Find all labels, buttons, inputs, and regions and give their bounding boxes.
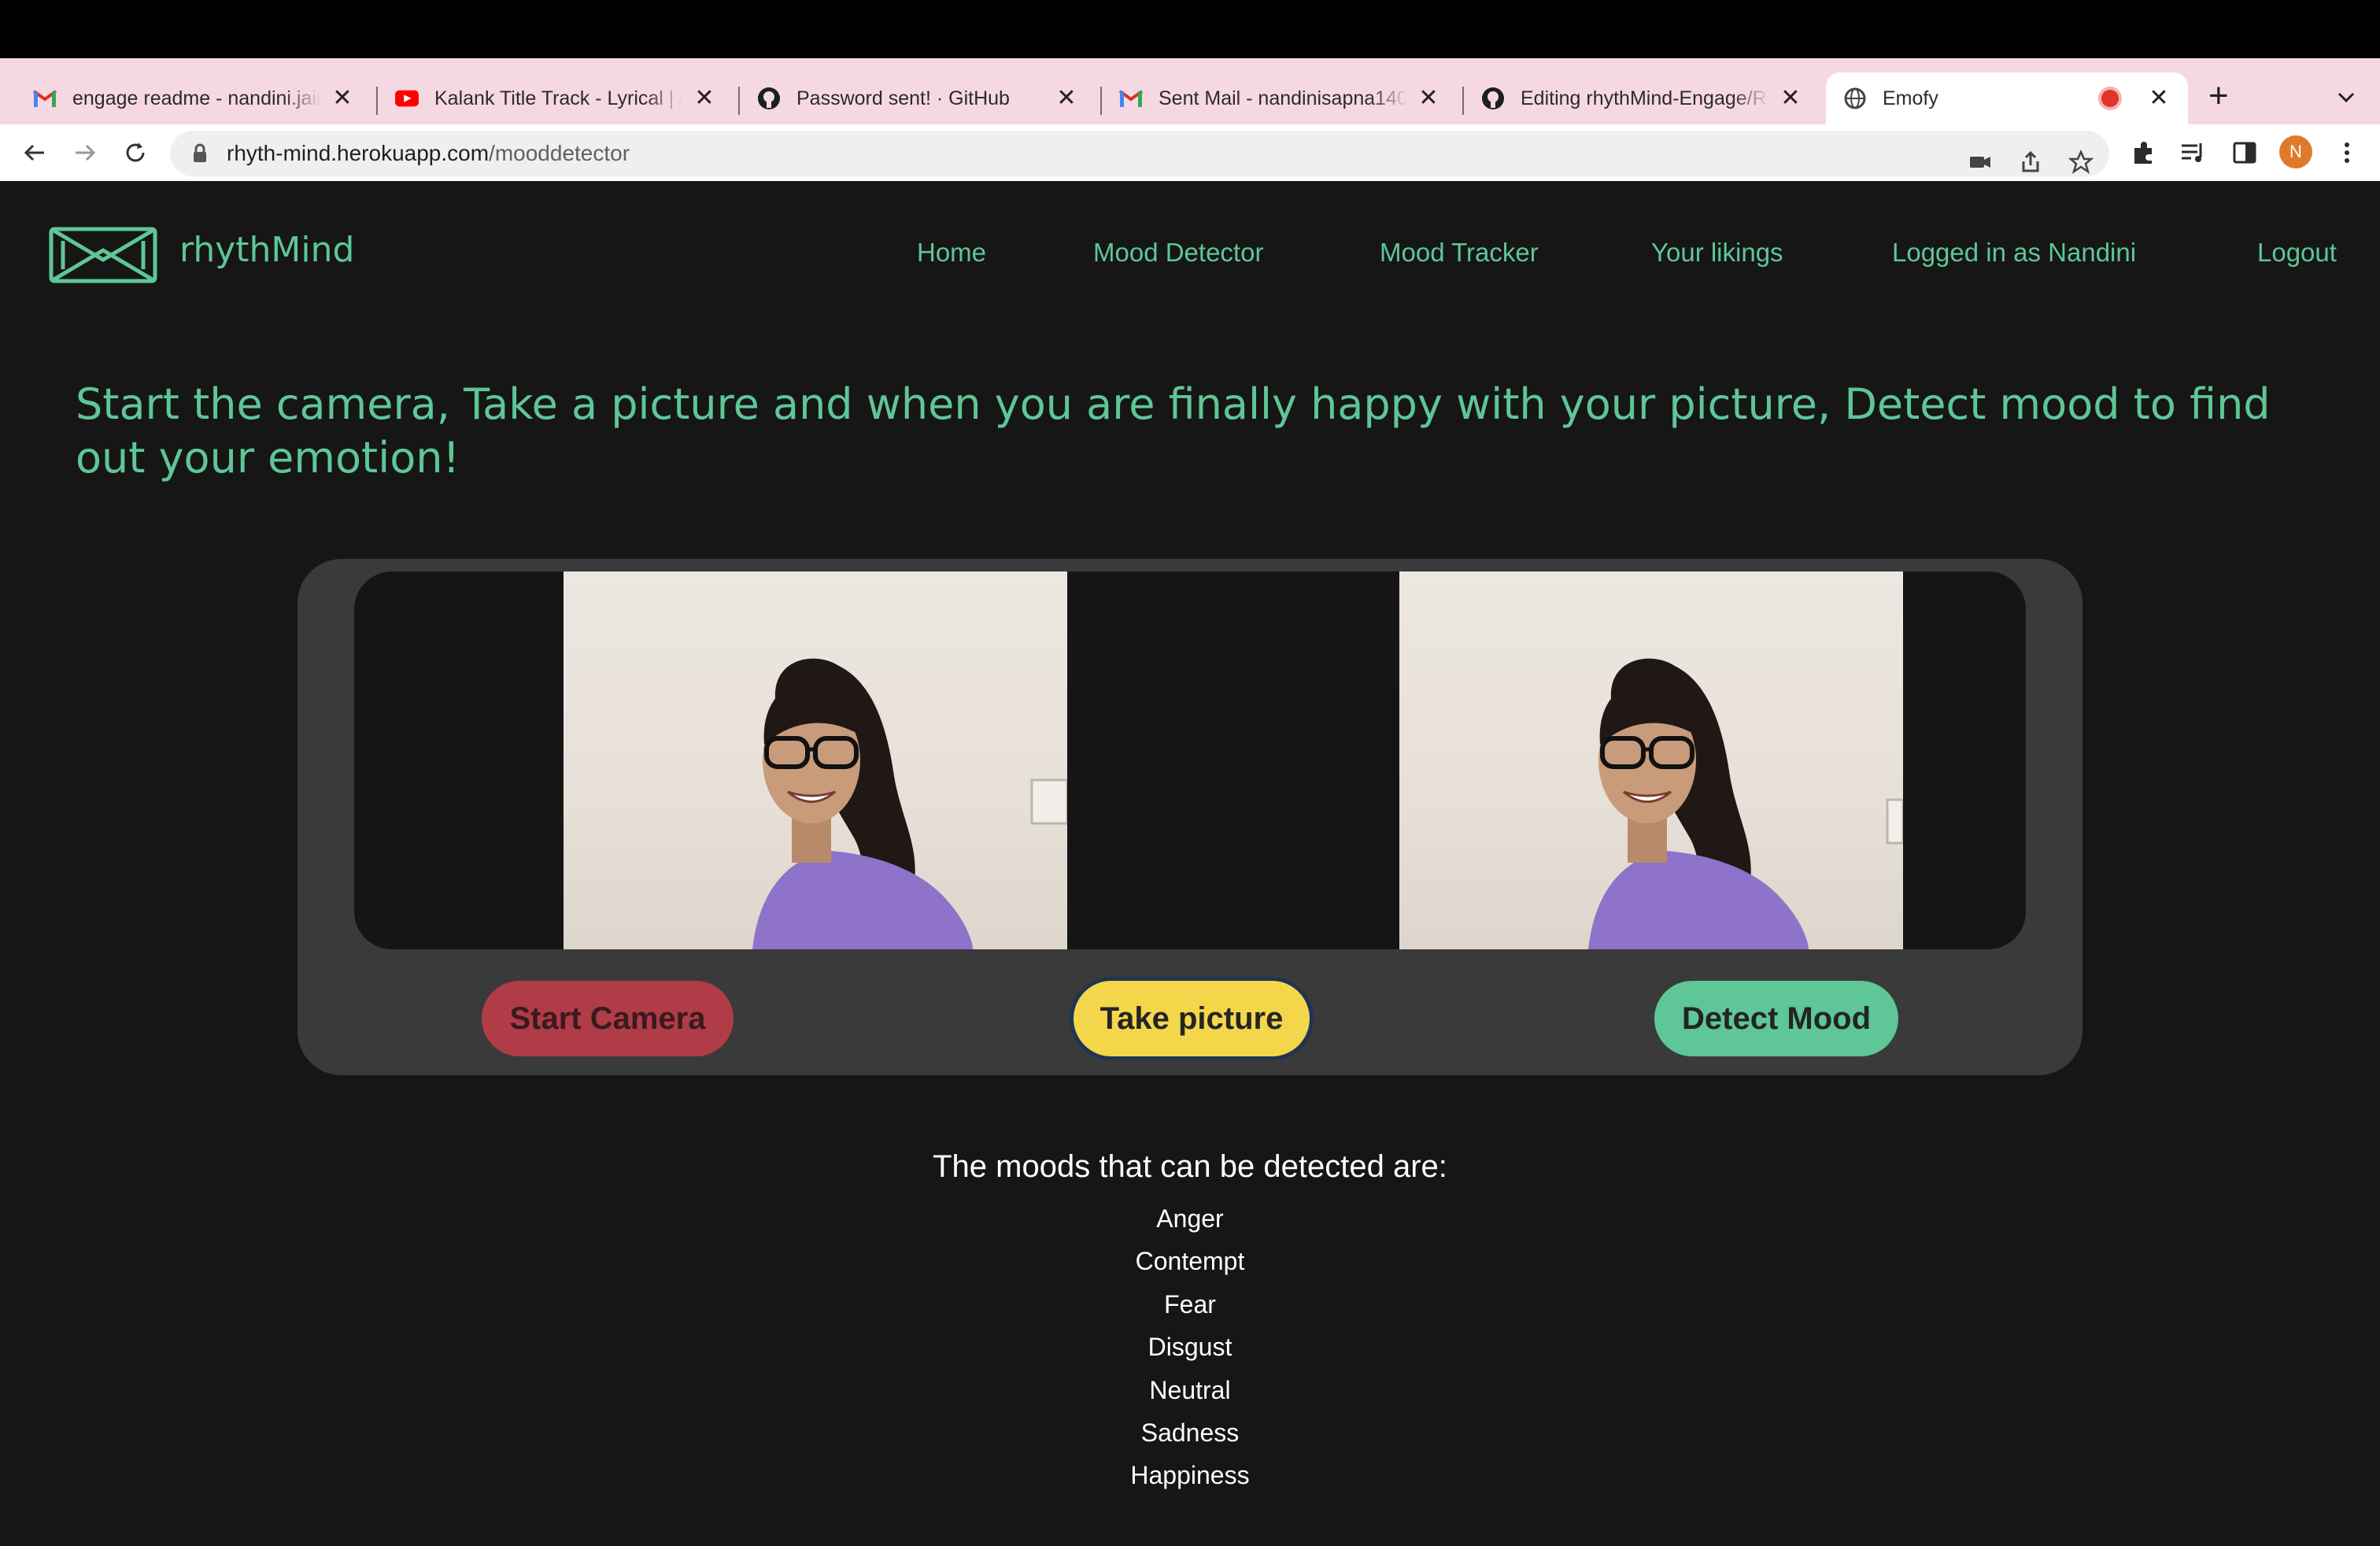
- back-icon[interactable]: [19, 137, 50, 168]
- take-picture-button[interactable]: Take picture: [1074, 981, 1310, 1056]
- gmail-icon: [33, 87, 57, 110]
- new-tab-button[interactable]: +: [2208, 79, 2229, 113]
- tab-gmail-readme[interactable]: engage readme - nandini.jain ✕: [16, 72, 371, 124]
- mood-item: Sadness: [1140, 1418, 1240, 1447]
- web-page: rhythMind Home Mood Detector Mood Tracke…: [0, 181, 2380, 1546]
- tab-emofy[interactable]: Emofy ✕: [1826, 72, 2188, 124]
- tab-strip: engage readme - nandini.jain ✕ Kalank Ti…: [0, 58, 2380, 124]
- tab-title: Sent Mail - nandinisapna1401: [1159, 87, 1407, 109]
- camera-in-use-icon[interactable]: [1968, 150, 1993, 175]
- chevron-down-icon[interactable]: [2334, 85, 2358, 109]
- tab-title: Editing rhythMind-Engage/RE: [1521, 87, 1769, 109]
- moods-heading: The moods that can be detected are:: [933, 1149, 1447, 1184]
- close-tab-icon[interactable]: ✕: [693, 87, 716, 110]
- tab-title: Kalank Title Track - Lyrical | A: [434, 87, 683, 109]
- nav-mood-tracker[interactable]: Mood Tracker: [1380, 238, 1539, 268]
- brand-name[interactable]: rhythMind: [179, 230, 354, 270]
- reload-icon[interactable]: [120, 137, 151, 168]
- start-camera-button[interactable]: Start Camera: [482, 981, 734, 1056]
- bookmark-star-icon[interactable]: [2068, 150, 2094, 175]
- gmail-icon: [1119, 87, 1143, 110]
- rhythmind-logo-icon[interactable]: [49, 227, 157, 283]
- extensions-icon[interactable]: [2130, 139, 2158, 167]
- camera-panel: Start Camera Take picture Detect Mood: [298, 559, 2082, 1075]
- address-bar[interactable]: rhyth-mind.herokuapp.com/mooddetector: [170, 131, 2109, 176]
- browser-toolbar: rhyth-mind.herokuapp.com/mooddetector: [0, 124, 2380, 181]
- camera-preview-area: [354, 571, 2026, 949]
- github-icon: [1481, 87, 1505, 110]
- tab-title: Password sent! · GitHub: [796, 87, 1010, 109]
- live-camera-feed: [564, 571, 1067, 949]
- mood-item: Neutral: [1149, 1376, 1231, 1404]
- youtube-icon: [395, 87, 419, 110]
- tab-gmail-sent[interactable]: Sent Mail - nandinisapna1401 ✕: [1102, 72, 1458, 124]
- tab-title: Emofy: [1883, 87, 1938, 109]
- more-menu-icon[interactable]: [2333, 139, 2361, 167]
- close-tab-icon[interactable]: ✕: [2147, 87, 2171, 110]
- mood-item: Disgust: [1148, 1333, 1232, 1361]
- lock-icon[interactable]: [187, 141, 213, 166]
- nav-home[interactable]: Home: [917, 238, 986, 268]
- url-host: rhyth-mind.herokuapp.com: [227, 141, 490, 165]
- forward-icon[interactable]: [69, 137, 101, 168]
- close-tab-icon[interactable]: ✕: [1417, 87, 1440, 110]
- captured-photo: [1399, 571, 1903, 949]
- mood-item: Fear: [1164, 1290, 1216, 1319]
- nav-logout[interactable]: Logout: [2257, 238, 2337, 268]
- nav-logged-in-user[interactable]: Logged in as Nandini: [1892, 238, 2136, 268]
- close-tab-icon[interactable]: ✕: [1779, 87, 1802, 110]
- close-tab-icon[interactable]: ✕: [331, 87, 354, 110]
- close-tab-icon[interactable]: ✕: [1055, 87, 1078, 110]
- nav-your-likings[interactable]: Your likings: [1651, 238, 1783, 268]
- mood-item: Contempt: [1135, 1247, 1245, 1275]
- profile-avatar[interactable]: N: [2279, 135, 2312, 168]
- window-top-bar: [0, 0, 2380, 58]
- mood-item: Happiness: [1130, 1461, 1250, 1489]
- tab-github-password[interactable]: Password sent! · GitHub ✕: [740, 72, 1096, 124]
- url-path: /mooddetector: [489, 141, 630, 165]
- mood-item: Anger: [1156, 1204, 1224, 1233]
- recording-icon: [2101, 90, 2119, 107]
- media-queue-icon[interactable]: [2179, 139, 2207, 167]
- github-icon: [757, 87, 781, 110]
- globe-icon: [1843, 87, 1867, 110]
- page-headline: Start the camera, Take a picture and whe…: [76, 379, 2271, 483]
- nav-mood-detector[interactable]: Mood Detector: [1093, 238, 1263, 268]
- detect-mood-button[interactable]: Detect Mood: [1654, 981, 1898, 1056]
- side-panel-icon[interactable]: [2230, 139, 2259, 167]
- tab-github-editing[interactable]: Editing rhythMind-Engage/RE ✕: [1464, 72, 1820, 124]
- tab-title: engage readme - nandini.jain: [72, 87, 321, 109]
- tab-youtube-kalank[interactable]: Kalank Title Track - Lyrical | A ✕: [378, 72, 734, 124]
- url-text: rhyth-mind.herokuapp.com/mooddetector: [227, 141, 630, 166]
- share-icon[interactable]: [2018, 150, 2043, 175]
